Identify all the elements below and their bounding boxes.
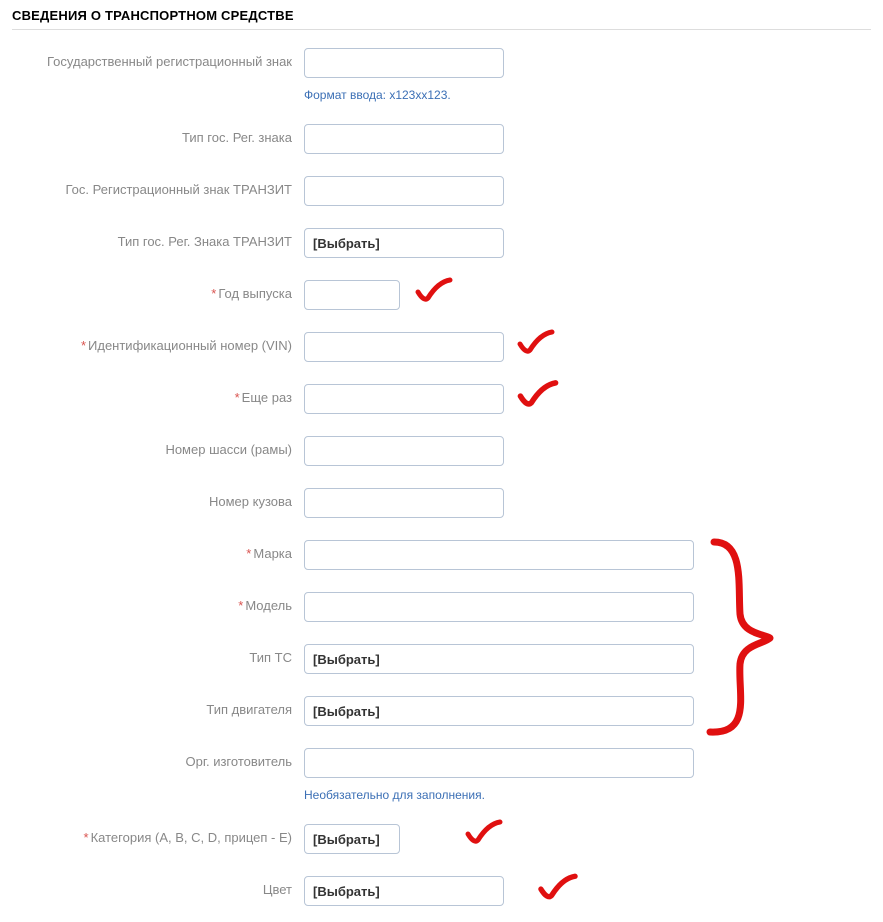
label-vin: *Идентификационный номер (VIN) (12, 332, 304, 353)
label-vin-repeat: *Еще раз (12, 384, 304, 405)
input-year[interactable] (304, 280, 400, 310)
label-manufacturer: Орг. изготовитель (12, 748, 304, 769)
row-manufacturer: Орг. изготовитель Необязательно для запо… (12, 748, 871, 802)
wide-group: *Марка *Модель Тип ТС [Выбрать] Тип двиг… (12, 540, 871, 726)
input-vin-repeat[interactable] (304, 384, 504, 414)
required-marker: * (81, 338, 86, 353)
row-vin: *Идентификационный номер (VIN) (12, 332, 871, 362)
hint-reg-plate: Формат ввода: x123xx123. (304, 88, 871, 102)
required-marker: * (211, 286, 216, 301)
select-category[interactable]: [Выбрать] (304, 824, 400, 854)
label-chassis: Номер шасси (рамы) (12, 436, 304, 457)
input-transit-plate[interactable] (304, 176, 504, 206)
label-transit-plate-type: Тип гос. Рег. Знака ТРАНЗИТ (12, 228, 304, 249)
row-category: *Категория (A, B, C, D, прицеп - E) [Выб… (12, 824, 871, 854)
row-reg-plate-type: Тип гос. Рег. знака (12, 124, 871, 154)
input-body-no[interactable] (304, 488, 504, 518)
row-reg-plate: Государственный регистрационный знак Фор… (12, 48, 871, 102)
row-color: Цвет [Выбрать] (12, 876, 871, 906)
select-transit-plate-type[interactable]: [Выбрать] (304, 228, 504, 258)
input-vin[interactable] (304, 332, 504, 362)
required-marker: * (84, 830, 89, 845)
hint-manufacturer: Необязательно для заполнения. (304, 788, 871, 802)
row-transit-plate-type: Тип гос. Рег. Знака ТРАНЗИТ [Выбрать] (12, 228, 871, 258)
label-vehicle-type: Тип ТС (12, 644, 304, 665)
row-engine-type: Тип двигателя [Выбрать] (12, 696, 871, 726)
label-model: *Модель (12, 592, 304, 613)
required-marker: * (246, 546, 251, 561)
row-year: *Год выпуска (12, 280, 871, 310)
input-reg-plate[interactable] (304, 48, 504, 78)
label-color: Цвет (12, 876, 304, 897)
label-body-no: Номер кузова (12, 488, 304, 509)
input-make[interactable] (304, 540, 694, 570)
label-reg-plate-type: Тип гос. Рег. знака (12, 124, 304, 145)
input-manufacturer[interactable] (304, 748, 694, 778)
checkmark-icon (516, 328, 556, 358)
input-chassis[interactable] (304, 436, 504, 466)
label-transit-plate: Гос. Регистрационный знак ТРАНЗИТ (12, 176, 304, 197)
checkmark-icon (414, 276, 454, 306)
select-engine-type[interactable]: [Выбрать] (304, 696, 694, 726)
row-make: *Марка (12, 540, 871, 570)
required-marker: * (235, 390, 240, 405)
input-reg-plate-type[interactable] (304, 124, 504, 154)
row-chassis: Номер шасси (рамы) (12, 436, 871, 466)
row-body-no: Номер кузова (12, 488, 871, 518)
required-marker: * (238, 598, 243, 613)
checkmark-icon (536, 872, 580, 904)
section-title: СВЕДЕНИЯ О ТРАНСПОРТНОМ СРЕДСТВЕ (12, 8, 871, 30)
checkmark-icon (516, 378, 560, 412)
row-vin-repeat: *Еще раз (12, 384, 871, 414)
label-make: *Марка (12, 540, 304, 561)
select-color[interactable]: [Выбрать] (304, 876, 504, 906)
checkmark-icon (464, 818, 504, 848)
row-model: *Модель (12, 592, 871, 622)
input-model[interactable] (304, 592, 694, 622)
select-vehicle-type[interactable]: [Выбрать] (304, 644, 694, 674)
row-transit-plate: Гос. Регистрационный знак ТРАНЗИТ (12, 176, 871, 206)
label-reg-plate: Государственный регистрационный знак (12, 48, 304, 69)
label-engine-type: Тип двигателя (12, 696, 304, 717)
row-vehicle-type: Тип ТС [Выбрать] (12, 644, 871, 674)
label-category: *Категория (A, B, C, D, прицеп - E) (12, 824, 304, 845)
label-year: *Год выпуска (12, 280, 304, 301)
